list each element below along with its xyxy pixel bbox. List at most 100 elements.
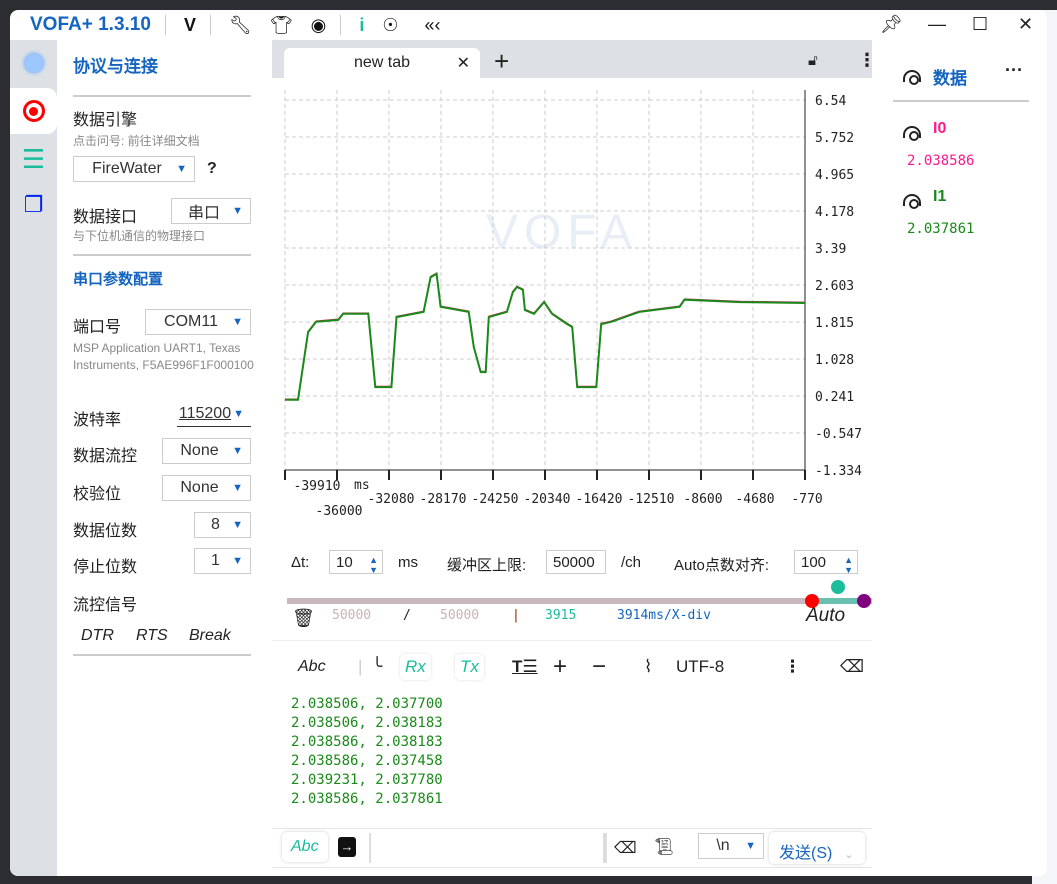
divider [164, 15, 166, 35]
y-tick-label: 5.752 [815, 131, 854, 146]
interface-select[interactable]: 串口 ▼ [171, 198, 251, 224]
x-div: 3914ms/X-div [617, 608, 711, 623]
send-input[interactable] [369, 833, 607, 863]
add-tab-button[interactable]: + [494, 46, 509, 77]
connection-icon [24, 54, 43, 72]
close-tab-icon[interactable]: ✕ [457, 53, 470, 73]
auto-align-input[interactable]: 100 ▲ ▼ [794, 550, 858, 575]
divider [893, 100, 1029, 102]
slash: / [403, 608, 411, 623]
newline-select[interactable]: \n ▼ [698, 833, 764, 859]
engine-select[interactable]: FireWater ▼ [73, 156, 195, 182]
spinner-icon[interactable]: ▲ ▼ [369, 555, 378, 575]
receive-log[interactable]: 2.038506, 2.037700 2.038506, 2.038183 2.… [291, 695, 443, 809]
more-icon[interactable]: ··· [1005, 60, 1023, 81]
range-slider[interactable] [287, 580, 872, 608]
engine-hint: 点击问号: 前往详细文档 [73, 134, 200, 148]
dtr-button[interactable]: DTR [81, 627, 114, 645]
waveform-chart[interactable]: VOFA 6.54 5.752 4.965 4.178 3.39 2.603 1.815 1.0… [272, 78, 872, 548]
databits-select[interactable]: 8 ▼ [194, 512, 251, 538]
eye-icon[interactable] [903, 194, 921, 209]
dt-unit: ms [398, 554, 418, 571]
record-nav[interactable] [10, 88, 57, 134]
script-icon[interactable]: 📜︎ [654, 837, 674, 857]
vofa-logo-icon[interactable]: V [184, 15, 196, 36]
port-select[interactable]: COM11 ▼ [145, 309, 251, 335]
serial-title: 串口参数配置 [73, 271, 164, 288]
log-line: 2.038586, 2.037861 [291, 791, 443, 807]
main-area: new tab ✕ + 🔓︎ ⋮ VOFA 6.54 5.752 4.965 4.178 3… [272, 40, 876, 876]
buffer-input[interactable]: 50000 [546, 550, 606, 574]
eye-icon[interactable] [903, 70, 921, 85]
interface-hint: 与下位机通信的物理接口 [73, 229, 206, 243]
abc-toggle[interactable]: Abc [298, 652, 326, 682]
info-icon[interactable]: i [359, 15, 364, 36]
widgets-nav[interactable]: ☰ [10, 136, 57, 182]
clear-send-icon[interactable]: ⌫ [614, 838, 637, 858]
break-button[interactable]: Break [189, 627, 231, 645]
send-button[interactable]: 发送(S) ⌄ [769, 832, 865, 864]
pin-icon[interactable]: 📌︎ [880, 14, 903, 35]
tx-button[interactable]: Tx [455, 652, 484, 682]
connection-nav[interactable] [10, 40, 57, 86]
divider [340, 15, 342, 35]
shirt-icon[interactable]: 👕︎ [270, 15, 293, 36]
divider [272, 640, 872, 641]
watermark-logo: VOFA [486, 206, 638, 259]
log-line: 2.039231, 2.037780 [291, 772, 443, 788]
parity-label: 校验位 [73, 486, 122, 503]
stopbits-select[interactable]: 1 ▼ [194, 548, 251, 574]
zoom-in-icon[interactable]: + [553, 652, 567, 682]
dropdown-icon: ▼ [232, 519, 243, 531]
plot-icon[interactable]: ⌇ [644, 652, 652, 682]
spinner-icon[interactable]: ▲ ▼ [844, 555, 853, 575]
unlock-icon[interactable]: 🔓︎ [808, 52, 818, 69]
databits-label: 数据位数 [73, 523, 138, 540]
screenshot-icon[interactable]: ◉ [311, 15, 327, 36]
collapse-icon[interactable]: «‹ [425, 15, 441, 36]
engine-label: 数据引擎 [73, 112, 138, 129]
close-button[interactable]: ✕ [1018, 14, 1033, 35]
windows-nav[interactable]: ❐ [10, 182, 57, 228]
hook-icon[interactable]: ╰ [372, 652, 382, 682]
eraser-icon[interactable]: ⌫ [840, 652, 864, 682]
log-line: 2.038506, 2.038183 [291, 715, 443, 731]
x-tick-label: -24250 [472, 492, 519, 507]
panel-title: 协议与连接 [73, 57, 158, 76]
x-tick-label: -20340 [524, 492, 571, 507]
maximize-button[interactable]: ☐ [972, 14, 988, 35]
y-tick-label: -1.334 [815, 464, 862, 479]
baud-select[interactable]: 115200 ▼ [177, 401, 251, 427]
flow-select[interactable]: None ▼ [162, 438, 251, 464]
rx-button[interactable]: Rx [400, 652, 431, 682]
help-button[interactable]: ? [207, 160, 217, 178]
protocol-panel: 协议与连接 数据引擎 点击问号: 前往详细文档 FireWater ▼ ? 数据接… [57, 40, 272, 876]
more-icon[interactable]: ⋮ [784, 652, 801, 682]
format-icon[interactable]: T☰ [512, 652, 538, 682]
plot-controls: Δt: 10 ▲ ▼ ms 缓冲区上限: 50000 /ch Auto点数对齐: 1… [272, 550, 872, 580]
parity-value: None [180, 479, 219, 496]
parity-select[interactable]: None ▼ [162, 475, 251, 501]
x-tick-label: -16420 [576, 492, 623, 507]
send-abc-toggle[interactable]: Abc [282, 832, 328, 862]
trash-icon[interactable]: 🗑︎ [292, 608, 315, 629]
dropdown-icon: ▼ [232, 316, 243, 328]
chevron-down-icon: ⌄ [844, 849, 854, 861]
fingerprint-icon[interactable]: ☉ [382, 15, 398, 36]
dt-label: Δt: [291, 554, 310, 571]
wrench-icon[interactable]: 🔧︎ [229, 15, 252, 36]
log-line: 2.038506, 2.037700 [291, 696, 443, 712]
rts-button[interactable]: RTS [136, 627, 168, 645]
encoding-select[interactable]: UTF-8 [676, 652, 724, 682]
slider-mid-handle[interactable] [831, 580, 845, 594]
tab-new-tab[interactable]: new tab ✕ [284, 48, 480, 78]
eye-icon[interactable] [903, 126, 921, 141]
minimize-button[interactable]: — [928, 14, 946, 35]
auto-button[interactable]: Auto [806, 605, 845, 627]
more-icon[interactable]: ⋮ [858, 50, 876, 71]
buffer-unit: /ch [621, 554, 642, 571]
slider-end-handle[interactable] [857, 594, 871, 608]
zoom-out-icon[interactable]: − [592, 652, 606, 682]
dt-input[interactable]: 10 ▲ ▼ [329, 550, 383, 575]
send-file-icon[interactable]: → [338, 837, 356, 857]
